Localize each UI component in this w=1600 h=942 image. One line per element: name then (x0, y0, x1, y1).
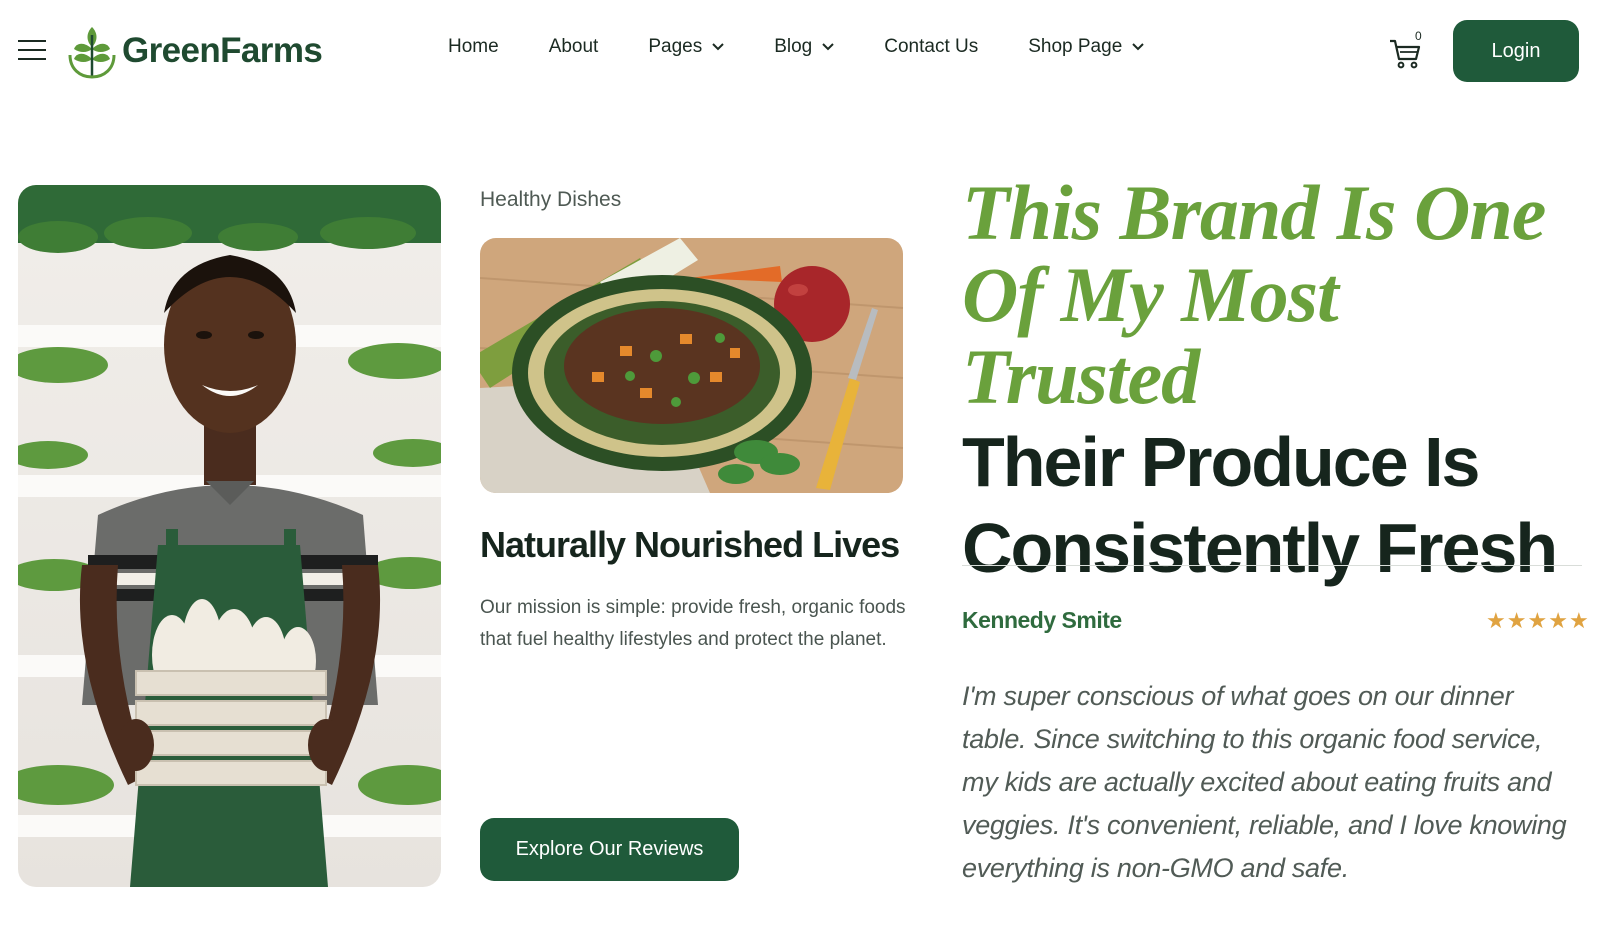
dish-illustration (480, 238, 903, 493)
card-title: Naturally Nourished Lives (480, 524, 900, 565)
star-icon: ★ (1486, 608, 1506, 633)
nav-label: Contact Us (884, 36, 979, 57)
heading-solid-line-2: Consistently Fresh (962, 509, 1558, 587)
nav-item-blog[interactable]: Blog (774, 36, 834, 58)
brand-name: GreenFarms (122, 31, 323, 70)
nav-item-shop-page[interactable]: Shop Page (1028, 36, 1144, 58)
nav-item-pages[interactable]: Pages (648, 36, 724, 58)
star-icon: ★ (1527, 608, 1548, 633)
card-description: Our mission is simple: provide fresh, or… (480, 597, 906, 650)
star-rating: ★ ★ ★ ★ ★ (1485, 610, 1589, 632)
healthy-dish-image (480, 238, 903, 493)
nav-item-contact-us[interactable]: Contact Us (884, 36, 978, 58)
nav-label: Pages (648, 36, 703, 57)
heading-italic-line-1: This Brand Is One (962, 169, 1546, 256)
farmer-portrait-image (18, 185, 441, 887)
section-divider (962, 565, 1582, 566)
star-icon: ★ (1568, 608, 1589, 633)
card-eyebrow: Healthy Dishes (480, 188, 622, 211)
main-nav: Home About Pages Blog Contact Us Shop Pa… (448, 36, 1194, 58)
explore-reviews-button[interactable]: Explore Our Reviews (480, 818, 739, 881)
nav-item-about[interactable]: About (549, 36, 599, 58)
reviewer-name: Kennedy Smite (962, 607, 1122, 633)
testimonial-quote: I'm super conscious of what goes on our … (962, 681, 1567, 883)
nav-label: Blog (774, 36, 813, 57)
leaf-logo-icon (68, 27, 116, 79)
chevron-down-icon (1132, 43, 1144, 51)
nav-label: About (548, 36, 599, 57)
cart-count-badge: 0 (1415, 29, 1422, 43)
heading-solid-line-1: Their Produce Is (962, 423, 1480, 501)
chevron-down-icon (822, 43, 834, 51)
nav-item-home[interactable]: Home (448, 36, 499, 58)
chevron-down-icon (712, 43, 724, 51)
hamburger-icon[interactable] (18, 38, 48, 62)
heading-italic-line-2: Of My Most Trusted (962, 251, 1339, 420)
login-button[interactable]: Login (1453, 20, 1579, 82)
star-icon: ★ (1506, 608, 1527, 633)
nav-label: Shop Page (1028, 36, 1123, 57)
nav-label: Home (448, 36, 499, 57)
brand-logo[interactable]: GreenFarms (66, 20, 323, 82)
farmer-illustration (18, 185, 441, 887)
star-icon: ★ (1548, 608, 1568, 633)
testimonial-heading: This Brand Is One Of My Most Trusted The… (962, 172, 1582, 590)
site-header: GreenFarms Home About Pages Blog Contact… (0, 0, 1600, 104)
